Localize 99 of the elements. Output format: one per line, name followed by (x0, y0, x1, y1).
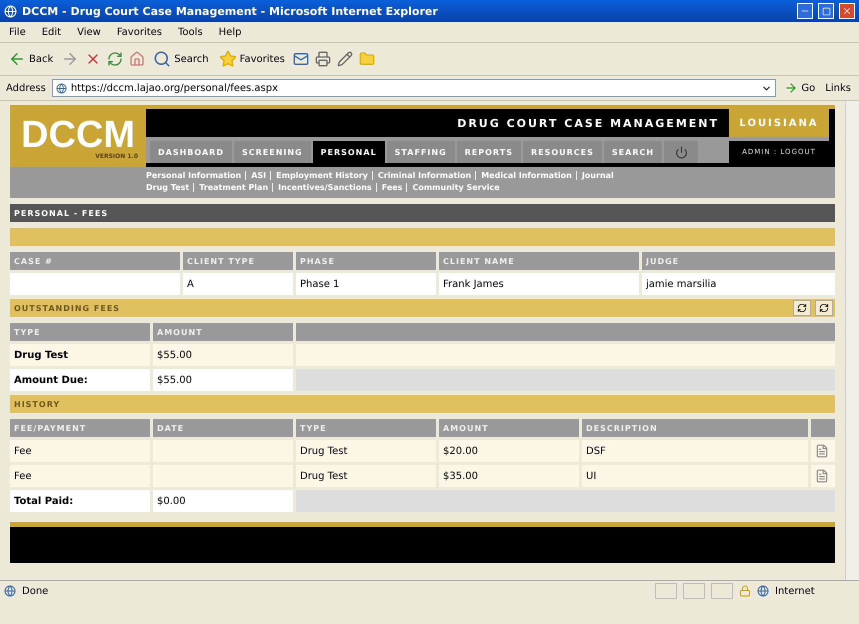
window-title: DCCM - Drug Court Case Management - Microsoft Internet Explorer (22, 4, 439, 18)
star-icon (218, 50, 237, 68)
go-button[interactable]: Go (782, 79, 818, 97)
close-button[interactable] (839, 3, 855, 19)
page-icon (56, 82, 67, 94)
zone-text: Internet (775, 586, 816, 596)
subnav-link[interactable]: Employment History (270, 171, 368, 180)
table-cell: Phase 1 (296, 273, 436, 295)
nav-tab[interactable]: PERSONAL (312, 141, 385, 163)
scrollbar[interactable] (845, 101, 859, 580)
subnav-link[interactable]: Journal (576, 171, 614, 180)
section-title: HISTORY (10, 395, 835, 413)
nav-tab[interactable]: REPORTS (456, 141, 521, 163)
status-text: Done (22, 586, 48, 596)
search-icon (153, 50, 172, 68)
nav-tab[interactable]: DASHBOARD (150, 141, 232, 163)
printer-icon[interactable] (314, 51, 331, 67)
address-label: Address (6, 82, 46, 94)
page-title: PERSONAL - FEES (10, 204, 835, 222)
status-pane (655, 583, 677, 599)
subnav-link[interactable]: Personal Information (146, 171, 242, 180)
column-header: PHASE (296, 252, 436, 270)
column-header: JUDGE (642, 252, 835, 270)
menu-item[interactable]: Help (216, 26, 244, 38)
subnav-link[interactable]: Community Service (406, 183, 500, 192)
refresh-button[interactable] (815, 300, 833, 316)
nav-tab[interactable]: SEARCH (604, 141, 662, 163)
table-cell: Drug Test (296, 440, 436, 462)
subnav-link[interactable]: Treatment Plan (193, 183, 268, 192)
app-title: DRUG COURT CASE MANAGEMENT (456, 116, 720, 132)
document-icon[interactable] (815, 444, 829, 458)
zone-icon (757, 585, 769, 597)
subnav-link[interactable]: ASI (245, 171, 266, 180)
maximize-button[interactable] (818, 3, 834, 19)
subnav-link[interactable]: Incentives/Sanctions (272, 183, 372, 192)
menu-item[interactable]: Edit (38, 26, 64, 38)
address-field[interactable]: https://dccm.lajao.org/personal/fees.aspx (52, 79, 776, 97)
nav-tab[interactable]: SCREENING (234, 141, 311, 163)
back-button[interactable]: Back (6, 48, 56, 70)
subnav-link[interactable]: Fees (376, 183, 402, 192)
column-header (811, 419, 835, 437)
table-cell: A (183, 273, 293, 295)
browser-icon (4, 4, 17, 18)
table-cell: UI (582, 465, 808, 487)
search-button[interactable]: Search (151, 48, 211, 70)
total-label: Total Paid: (10, 490, 150, 512)
power-icon (674, 146, 688, 158)
table-cell: $55.00 (153, 344, 293, 366)
mail-icon[interactable] (292, 51, 309, 67)
close-icon (842, 6, 852, 16)
column-header: DATE (153, 419, 293, 437)
column-header: AMOUNT (153, 323, 293, 341)
lock-icon (739, 585, 751, 597)
menu-item[interactable]: File (6, 26, 29, 38)
power-tab[interactable] (664, 141, 698, 163)
subnav-link[interactable]: Medical Information (475, 171, 572, 180)
menu-item[interactable]: Tools (175, 26, 206, 38)
nav-tab[interactable]: RESOURCES (522, 141, 602, 163)
column-header: AMOUNT (439, 419, 579, 437)
table-cell: jamie marsilia (642, 273, 835, 295)
table-cell: $20.00 (439, 440, 579, 462)
subnav-link[interactable]: Drug Test (146, 183, 190, 192)
table-cell: DSF (582, 440, 808, 462)
status-pane (711, 583, 733, 599)
table-cell: Frank James (439, 273, 639, 295)
favorites-button[interactable]: Favorites (216, 48, 287, 70)
table-cell: $35.00 (439, 465, 579, 487)
links-button[interactable]: Links (823, 80, 853, 96)
total-label: Amount Due: (10, 369, 150, 391)
menu-item[interactable]: Favorites (114, 26, 166, 38)
page-icon (4, 585, 16, 597)
refresh-button[interactable] (793, 300, 811, 316)
pencil-icon[interactable] (336, 51, 353, 67)
table-cell: Drug Test (10, 344, 150, 366)
home-icon[interactable] (129, 51, 146, 67)
table-cell: Fee (10, 465, 150, 487)
total-value: $0.00 (153, 490, 293, 512)
document-icon[interactable] (815, 469, 829, 483)
column-header: CLIENT TYPE (183, 252, 293, 270)
refresh-icon (797, 303, 807, 313)
column-header: TYPE (10, 323, 150, 341)
refresh-icon[interactable] (107, 51, 124, 67)
minimize-button[interactable] (797, 3, 813, 19)
nav-tab[interactable]: STAFFING (386, 141, 455, 163)
subnav-link[interactable]: Criminal Information (372, 171, 472, 180)
total-value: $55.00 (153, 369, 293, 391)
status-pane (683, 583, 705, 599)
column-header: CLIENT NAME (439, 252, 639, 270)
column-header: FEE/PAYMENT (10, 419, 150, 437)
state-label: LOUISIANA (729, 109, 829, 137)
maximize-icon (822, 6, 830, 16)
section-title: OUTSTANDING FEES (14, 304, 120, 312)
table-cell: Drug Test (296, 465, 436, 487)
refresh-icon (819, 303, 829, 313)
table-cell: Fee (10, 440, 150, 462)
column-header: TYPE (296, 419, 436, 437)
column-header: CASE # (10, 252, 180, 270)
menu-item[interactable]: View (74, 26, 104, 38)
column-header: DESCRIPTION (582, 419, 808, 437)
